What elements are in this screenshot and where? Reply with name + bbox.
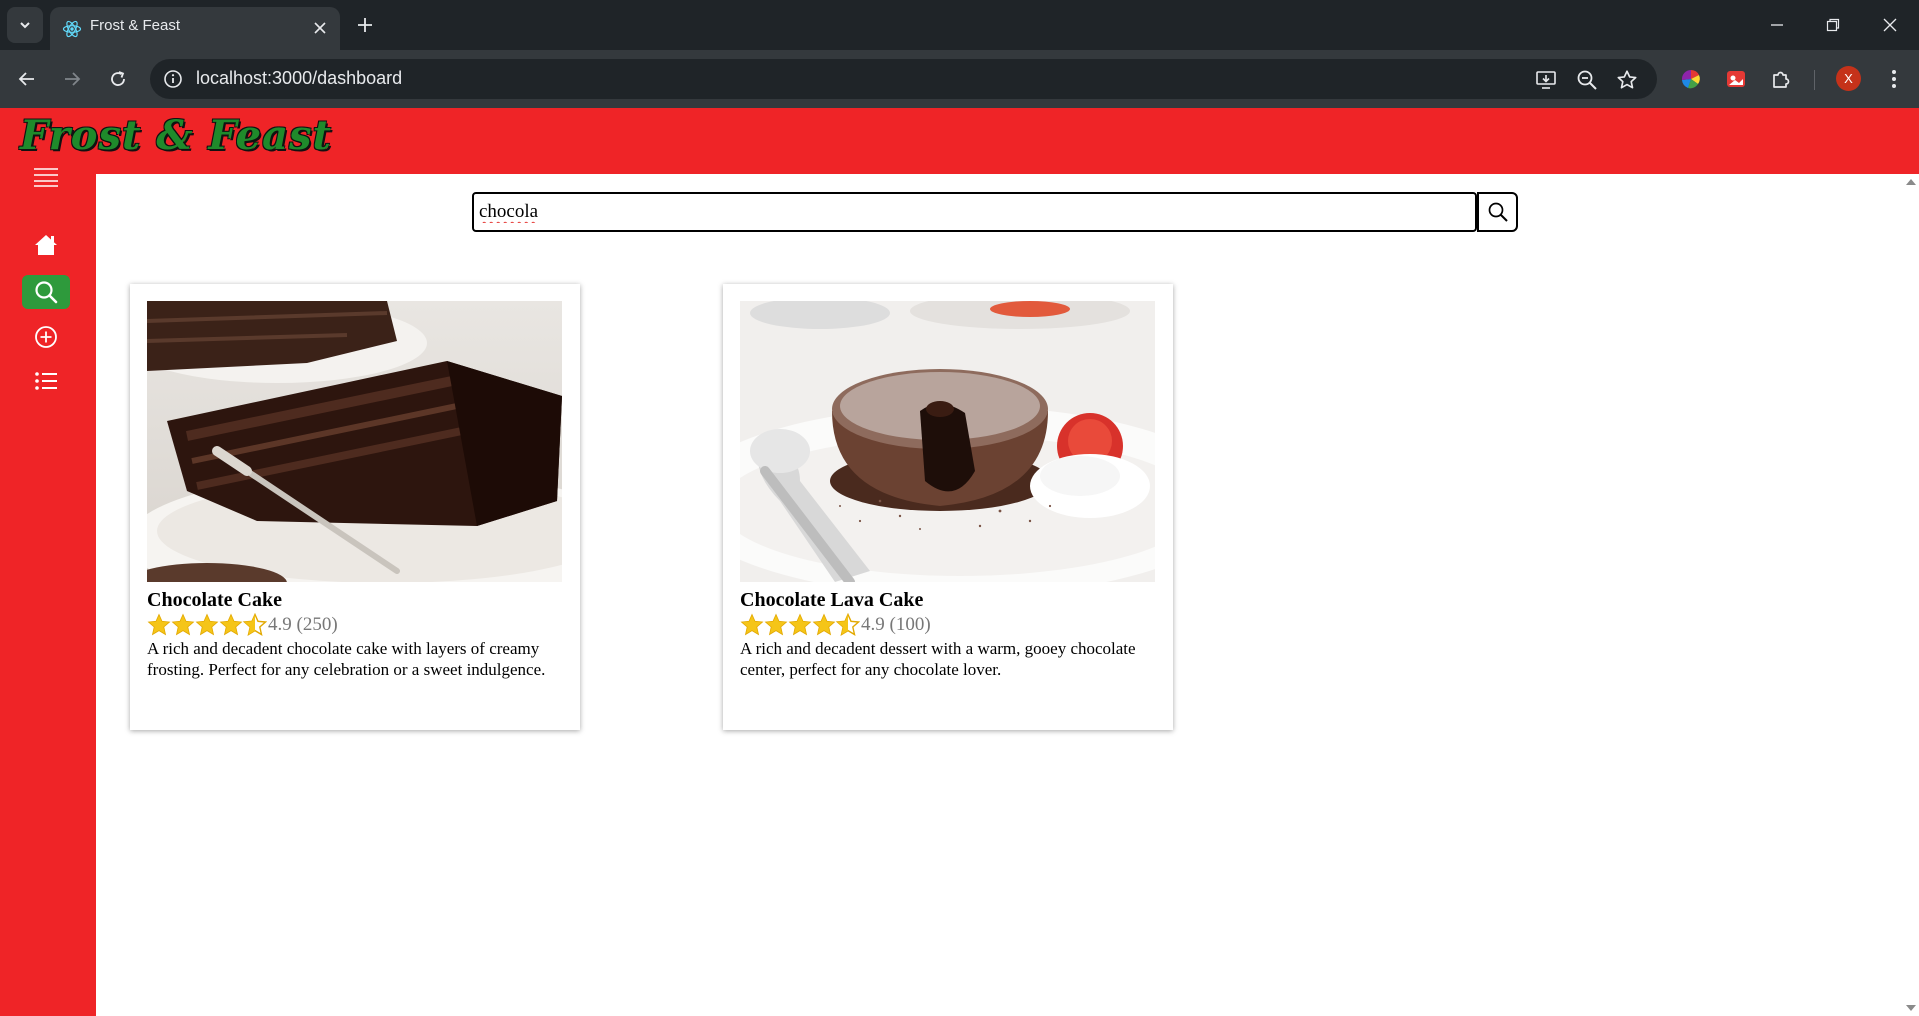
- browser-toolbar: localhost:3000/dashboard X: [0, 50, 1919, 108]
- search-button[interactable]: [1477, 192, 1518, 232]
- hamburger-icon: [34, 168, 58, 187]
- browser-menu-button[interactable]: [1881, 66, 1907, 92]
- new-tab-button[interactable]: [352, 12, 378, 38]
- extension-button[interactable]: [1723, 66, 1749, 92]
- rating-text: 4.9 (250): [268, 614, 338, 635]
- extensions-menu-button[interactable]: [1768, 66, 1794, 92]
- search-input[interactable]: [472, 192, 1477, 232]
- arrow-left-icon: [18, 72, 34, 86]
- home-icon: [35, 235, 57, 255]
- search-bar: [472, 192, 1518, 232]
- plus-icon: [358, 18, 372, 32]
- plus-circle-icon: [35, 326, 57, 348]
- star-half-icon: [836, 613, 860, 636]
- recipe-description: A rich and decadent dessert with a warm,…: [740, 639, 1136, 679]
- main-content: Chocolate Cake 4.9 (250) A rich and deca…: [96, 174, 1919, 1016]
- recipe-rating: 4.9 (250): [147, 613, 338, 637]
- address-bar[interactable]: localhost:3000/dashboard: [150, 59, 1657, 99]
- recipe-card[interactable]: Chocolate Lava Cake 4.9 (100) A rich and…: [723, 284, 1173, 730]
- extension-colorpicker-button[interactable]: [1678, 66, 1704, 92]
- close-icon: [1883, 18, 1897, 32]
- puzzle-icon: [1773, 71, 1790, 88]
- star-filled-icon: [812, 613, 836, 636]
- tab-search-button[interactable]: [7, 7, 43, 43]
- zoom-button[interactable]: [1575, 68, 1599, 92]
- chevron-down-icon: [20, 22, 30, 29]
- recipe-title[interactable]: Chocolate Cake: [147, 589, 282, 612]
- back-button[interactable]: [12, 64, 42, 94]
- reload-icon: [111, 71, 125, 86]
- sidebar-item-list[interactable]: [22, 364, 70, 398]
- install-app-button[interactable]: [1534, 68, 1558, 92]
- star-filled-icon: [219, 613, 243, 636]
- search-icon: [35, 281, 58, 304]
- app-logo[interactable]: Frost & Feast: [20, 112, 332, 159]
- recipe-image[interactable]: [147, 301, 562, 582]
- search-icon: [1488, 202, 1508, 222]
- restore-icon: [1826, 18, 1840, 32]
- star-filled-icon: [764, 613, 788, 636]
- recipe-rating: 4.9 (100): [740, 613, 931, 637]
- react-icon: [62, 20, 82, 38]
- sidebar-item-add[interactable]: [22, 320, 70, 354]
- sidebar-item-home[interactable]: [22, 228, 70, 262]
- star-filled-icon: [195, 613, 219, 636]
- info-icon[interactable]: [163, 69, 183, 89]
- browser-tab-bar: Frost & Feast: [0, 0, 1919, 50]
- close-icon: [314, 22, 326, 34]
- chocolate-cake-image: [147, 301, 562, 582]
- tab-title: Frost & Feast: [90, 17, 181, 34]
- app-root: Frost & Feast chocola Chocolate Cake 4.9…: [0, 108, 1919, 1016]
- star-filled-icon: [171, 613, 195, 636]
- star-filled-icon: [740, 613, 764, 636]
- restore-button[interactable]: [1818, 10, 1848, 40]
- toolbar-separator: [1814, 70, 1815, 90]
- sidebar-item-menu[interactable]: [22, 160, 70, 194]
- star-filled-icon: [147, 613, 171, 636]
- minimize-button[interactable]: [1762, 10, 1792, 40]
- sidebar: [0, 160, 96, 1016]
- close-window-button[interactable]: [1875, 10, 1905, 40]
- sidebar-item-search[interactable]: [22, 275, 70, 309]
- profile-avatar[interactable]: X: [1836, 66, 1861, 91]
- forward-button[interactable]: [57, 64, 87, 94]
- tab-close-button[interactable]: [310, 18, 330, 38]
- star-rating: [147, 613, 267, 637]
- bookmark-button[interactable]: [1615, 68, 1639, 92]
- url-text: localhost:3000/dashboard: [196, 68, 403, 88]
- recipe-description: A rich and decadent chocolate cake with …: [147, 639, 546, 679]
- reload-button[interactable]: [103, 64, 133, 94]
- chocolate-lava-cake-image: [740, 301, 1155, 582]
- star-half-icon: [243, 613, 267, 636]
- minimize-icon: [1771, 24, 1783, 26]
- star-filled-icon: [788, 613, 812, 636]
- star-outline-icon: [1617, 70, 1637, 89]
- zoom-out-icon: [1577, 70, 1597, 90]
- browser-tab[interactable]: Frost & Feast: [50, 7, 340, 50]
- star-rating: [740, 613, 860, 637]
- recipe-title[interactable]: Chocolate Lava Cake: [740, 589, 923, 612]
- color-wheel-icon: [1681, 69, 1700, 89]
- more-vert-icon: [1892, 70, 1896, 88]
- rating-text: 4.9 (100): [861, 614, 931, 635]
- scroll-down-arrow-icon[interactable]: [1906, 1005, 1916, 1011]
- recipe-image[interactable]: [740, 301, 1155, 582]
- scroll-up-arrow-icon[interactable]: [1906, 179, 1916, 185]
- arrow-right-icon: [65, 72, 81, 86]
- page-scrollbar[interactable]: [1902, 174, 1919, 1016]
- list-icon: [35, 372, 57, 390]
- install-icon: [1536, 71, 1556, 89]
- recipe-card[interactable]: Chocolate Cake 4.9 (250) A rich and deca…: [130, 284, 580, 730]
- extension-app-icon: [1727, 71, 1745, 87]
